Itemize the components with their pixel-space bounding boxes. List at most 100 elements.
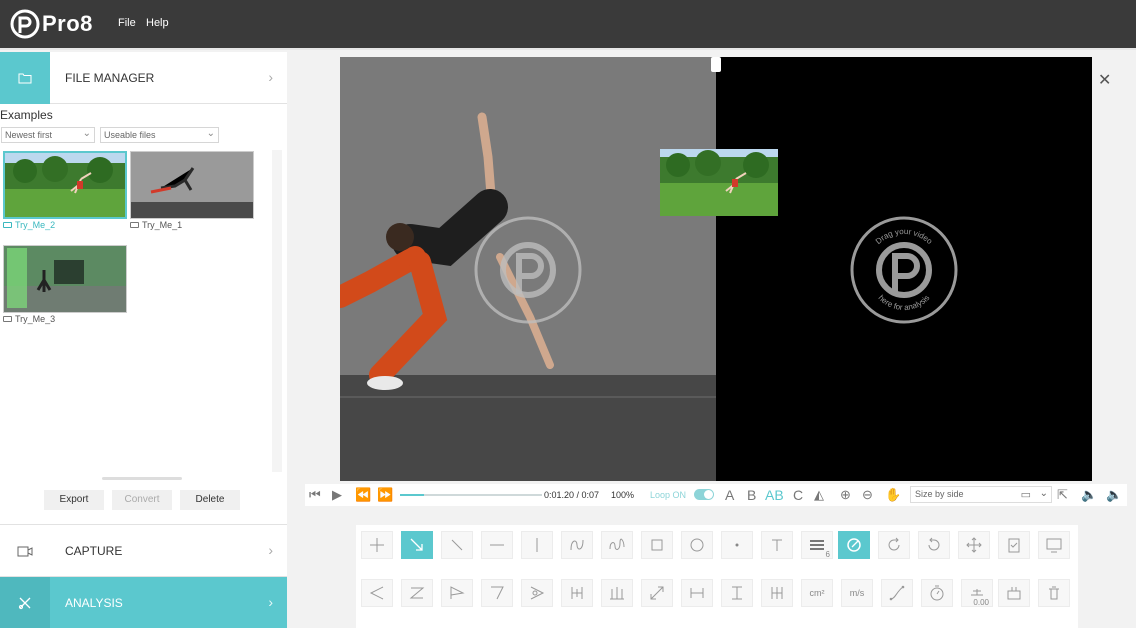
volume-right-icon[interactable]: 🔈: [1106, 486, 1122, 504]
clipboard-tool[interactable]: [998, 531, 1030, 559]
pro8-watermark-icon: Drag your video here for analysis: [850, 216, 958, 324]
circle-tool[interactable]: [681, 531, 713, 559]
sort-select[interactable]: Newest first ⌄: [1, 127, 95, 143]
delete-button[interactable]: Delete: [180, 490, 240, 510]
picture-in-picture-thumbnail[interactable]: [660, 149, 778, 216]
video-icon: [3, 222, 12, 228]
point-tool[interactable]: [721, 531, 753, 559]
zigzag-angle-tool[interactable]: [401, 579, 433, 607]
curve-tool[interactable]: [561, 531, 593, 559]
circle-icon: [690, 538, 704, 552]
angle-value-tool[interactable]: 0.00: [961, 579, 993, 607]
distance-vertical-tool[interactable]: [561, 579, 593, 607]
chevron-down-icon: ⌄: [82, 128, 91, 139]
filter-select[interactable]: Useable files ⌄: [100, 127, 219, 143]
file-thumbnail-try-me-1[interactable]: [130, 151, 254, 219]
timecode: 0:01.20 / 0:07: [544, 490, 600, 500]
progress-fill: [400, 494, 425, 496]
view-b-button[interactable]: B: [747, 486, 756, 504]
move-tool[interactable]: [958, 531, 990, 559]
flag-angle-icon: [450, 586, 465, 599]
nav-analysis[interactable]: ANALYSIS ›: [0, 576, 287, 628]
zoom-in-icon[interactable]: ⊕: [840, 486, 851, 504]
split-view-handle[interactable]: [711, 57, 721, 72]
menu-file[interactable]: File: [118, 17, 136, 29]
pan-hand-icon[interactable]: ✋: [885, 486, 901, 504]
loop-label: Loop ON: [650, 490, 687, 500]
vertical-line-tool[interactable]: [521, 531, 553, 559]
diagonal-arrow-icon: [650, 586, 664, 600]
chevron-right-icon: ›: [268, 542, 273, 558]
vertical-angle-tool[interactable]: [481, 579, 513, 607]
undo-tool[interactable]: [918, 531, 950, 559]
horizontal-line-tool[interactable]: [481, 531, 513, 559]
horizontal-measure-tool[interactable]: [681, 579, 713, 607]
convert-button[interactable]: Convert: [112, 490, 172, 510]
folder-icon: [0, 52, 50, 104]
arrow-tool[interactable]: [401, 531, 433, 559]
redo-tool[interactable]: [878, 531, 910, 559]
delete-tool[interactable]: [1038, 579, 1070, 607]
area-unit-tool[interactable]: cm²: [801, 579, 833, 607]
file-list-hscrollbar[interactable]: [102, 477, 182, 480]
clipboard-check-icon: [1008, 538, 1020, 553]
analysis-tools-panel: 6 cm² m/s 0.00: [356, 525, 1078, 628]
calibrate-tool[interactable]: [998, 579, 1030, 607]
file-label-try-me-3[interactable]: Try_Me_3: [3, 314, 55, 324]
step-forward-icon[interactable]: ⏩: [377, 486, 393, 504]
drag-video-watermark-right: Drag your video here for analysis: [850, 216, 958, 324]
volume-left-icon[interactable]: 🔈: [1081, 486, 1097, 504]
file-list-scrollbar[interactable]: [272, 150, 282, 472]
loop-toggle[interactable]: [694, 489, 714, 500]
rectangle-tool[interactable]: [641, 531, 673, 559]
external-window-icon[interactable]: ⇱: [1057, 486, 1068, 504]
line-width-tool[interactable]: 6: [801, 531, 833, 559]
grid-measure-tool[interactable]: [601, 579, 633, 607]
file-manager-title: FILE MANAGER: [65, 71, 155, 85]
file-thumbnail-try-me-3[interactable]: [3, 245, 127, 313]
multi-curve-tool[interactable]: [601, 531, 633, 559]
speed-unit-tool[interactable]: m/s: [841, 579, 873, 607]
view-a-button[interactable]: A: [725, 486, 734, 504]
trajectory-tool[interactable]: [881, 579, 913, 607]
close-icon[interactable]: ✕: [1098, 70, 1111, 90]
step-back-icon[interactable]: ⏪: [355, 486, 371, 504]
drag-video-watermark-icon: [474, 216, 582, 324]
stopwatch-tool[interactable]: [921, 579, 953, 607]
layout-select[interactable]: Size by side ▭ ⌄: [910, 486, 1052, 503]
angle-arc-tool[interactable]: [521, 579, 553, 607]
multi-measure-tool[interactable]: [761, 579, 793, 607]
monitor-icon: [1046, 538, 1062, 553]
undo-icon: [928, 537, 940, 551]
flag-angle-tool[interactable]: [441, 579, 473, 607]
menu-help[interactable]: Help: [146, 17, 169, 29]
play-icon[interactable]: ▶: [332, 486, 342, 504]
file-manager-header[interactable]: FILE MANAGER ›: [0, 52, 287, 104]
line-tool[interactable]: [441, 531, 473, 559]
chevron-down-icon: ⌄: [206, 128, 215, 139]
crosshair-tool[interactable]: [361, 531, 393, 559]
zoom-out-icon[interactable]: ⊖: [862, 486, 873, 504]
angle-tool[interactable]: [361, 579, 393, 607]
dot-icon: [735, 543, 739, 547]
square-icon: [651, 539, 663, 551]
file-thumbnail-try-me-2[interactable]: [3, 151, 127, 219]
view-c-button[interactable]: C: [793, 486, 803, 504]
progress-bar[interactable]: [400, 494, 542, 496]
zigzag-icon: [409, 587, 425, 599]
skip-start-icon[interactable]: ⏮: [309, 486, 321, 504]
trash-icon: [1049, 586, 1059, 600]
nav-capture[interactable]: CAPTURE ›: [0, 524, 287, 576]
file-label-try-me-2[interactable]: Try_Me_2: [3, 220, 55, 230]
export-button[interactable]: Export: [44, 490, 104, 510]
color-tool[interactable]: [838, 531, 870, 559]
vertical-angle-icon: [491, 586, 504, 600]
text-tool[interactable]: [761, 531, 793, 559]
vertical-line-icon: [536, 538, 538, 552]
view-ab-button[interactable]: AB: [765, 486, 784, 504]
mirror-icon[interactable]: ◭: [814, 486, 824, 504]
file-label-try-me-1[interactable]: Try_Me_1: [130, 220, 182, 230]
screen-tool[interactable]: [1038, 531, 1070, 559]
vertical-measure-tool[interactable]: [721, 579, 753, 607]
diagonal-measure-tool[interactable]: [641, 579, 673, 607]
